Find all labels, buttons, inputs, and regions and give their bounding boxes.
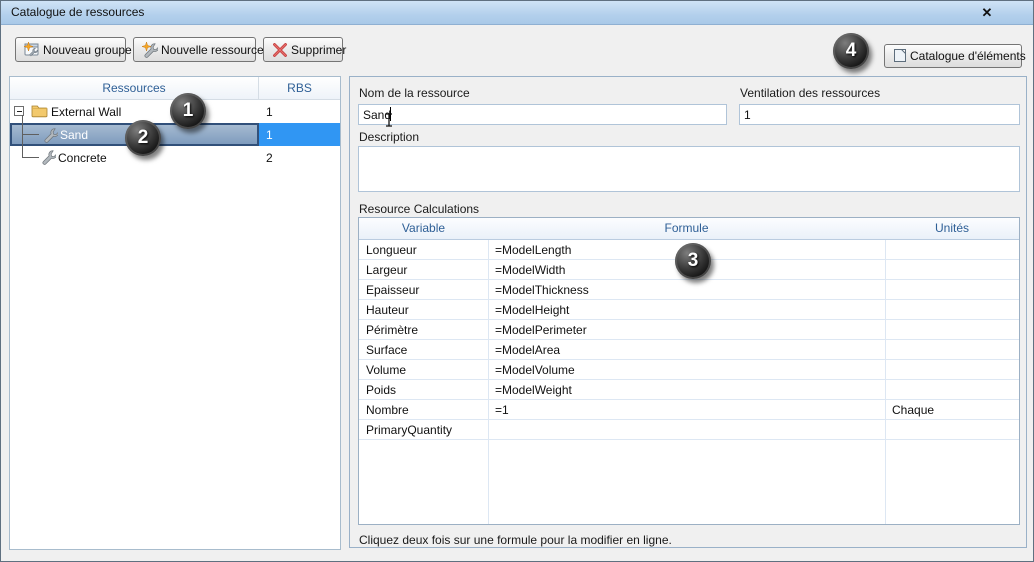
badge-number: 2: [137, 127, 149, 148]
new-group-button[interactable]: Nouveau groupe: [15, 37, 132, 62]
formula-cell[interactable]: =ModelWeight: [488, 383, 885, 397]
delete-button[interactable]: Supprimer: [263, 37, 347, 62]
variable-cell: Largeur: [366, 262, 408, 277]
name-label: Nom de la ressource: [359, 86, 470, 100]
variable-cell: Volume: [366, 362, 407, 377]
tree-row-concrete[interactable]: Concrete 2: [10, 146, 340, 169]
badge-number: 4: [845, 40, 857, 61]
variable-cell: Surface: [366, 342, 408, 357]
description-textarea[interactable]: [358, 146, 1020, 192]
rbs-value: 1: [259, 123, 340, 146]
resources-tree-panel: Ressources RBS External Wall 1 Sand 1 Co…: [9, 76, 341, 550]
tree-item-label: External Wall: [51, 104, 122, 119]
element-catalog-button[interactable]: Catalogue d'éléments: [884, 44, 1026, 68]
new-resource-button[interactable]: Nouvelle ressource: [133, 37, 264, 62]
tree-item-label: Concrete: [58, 150, 107, 165]
calc-row-nombre[interactable]: Nombre =1 Chaque: [359, 400, 1019, 420]
new-star-icon: [24, 41, 33, 51]
delete-label: Supprimer: [291, 42, 347, 57]
rbs-value: 2: [266, 150, 273, 165]
new-star-icon: [142, 41, 151, 51]
resource-calculations-label: Resource Calculations: [359, 202, 480, 216]
formula-cell[interactable]: =1: [488, 403, 885, 417]
calc-row-volume[interactable]: Volume =ModelVolume: [359, 360, 1019, 380]
formula-cell[interactable]: =ModelPerimeter: [488, 323, 885, 337]
variable-cell: PrimaryQuantity: [366, 422, 453, 437]
delete-x-icon: [272, 42, 288, 58]
wrench-icon: [40, 149, 57, 168]
variable-cell: Epaisseur: [366, 282, 420, 297]
variable-cell: Longueur: [366, 242, 417, 257]
callout-badge-1: 1: [170, 93, 206, 129]
callout-badge-3: 3: [675, 243, 711, 279]
calc-table-header: Variable Formule Unités: [359, 218, 1019, 240]
tree-line: [22, 134, 39, 135]
document-page-icon: [893, 48, 907, 64]
tree-line: [22, 157, 39, 158]
formula-cell[interactable]: =ModelArea: [488, 343, 885, 357]
description-label: Description: [359, 130, 420, 144]
callout-badge-2: 2: [125, 120, 161, 156]
calc-row-epaisseur[interactable]: Epaisseur =ModelThickness: [359, 280, 1019, 300]
units-column-header[interactable]: Unités: [885, 218, 1019, 239]
new-resource-label: Nouvelle ressource: [161, 42, 264, 57]
tree-row-sand[interactable]: Sand 1: [10, 123, 340, 146]
folder-icon: [31, 103, 48, 121]
variable-cell: Nombre: [366, 402, 409, 417]
variable-cell: Périmètre: [366, 322, 419, 337]
formula-column-header[interactable]: Formule: [488, 218, 885, 239]
tree-line: [22, 115, 23, 158]
variable-cell: Poids: [366, 382, 397, 397]
column-separator: [488, 240, 489, 524]
ventilation-input[interactable]: [739, 104, 1020, 125]
tree-item-label: Sand: [60, 127, 89, 142]
new-group-label: Nouveau groupe: [43, 42, 132, 57]
calc-row-primaryquantity[interactable]: PrimaryQuantity: [359, 420, 1019, 440]
badge-number: 3: [687, 250, 699, 271]
calc-row-perimetre[interactable]: Périmètre =ModelPerimeter: [359, 320, 1019, 340]
calc-row-surface[interactable]: Surface =ModelArea: [359, 340, 1019, 360]
rbs-column-header[interactable]: RBS: [259, 77, 340, 99]
dialog-title: Catalogue de ressources: [11, 5, 145, 19]
formula-cell[interactable]: =ModelVolume: [488, 363, 885, 377]
formula-cell[interactable]: =ModelThickness: [488, 283, 885, 297]
element-catalog-label: Catalogue d'éléments: [910, 49, 1026, 63]
name-input[interactable]: [358, 104, 727, 125]
ventilation-label: Ventilation des ressources: [740, 86, 881, 100]
window-titlebar: Catalogue de ressources ✕: [1, 1, 1033, 25]
calc-row-hauteur[interactable]: Hauteur =ModelHeight: [359, 300, 1019, 320]
new-group-folder-icon: [24, 41, 40, 58]
units-cell[interactable]: Chaque: [885, 403, 1019, 417]
rbs-value: 1: [266, 104, 273, 119]
resource-detail-panel: Nom de la ressource Ventilation des ress…: [349, 76, 1027, 548]
column-separator: [885, 240, 886, 524]
badge-number: 1: [182, 100, 194, 121]
callout-badge-4: 4: [833, 33, 869, 69]
close-icon[interactable]: ✕: [977, 3, 997, 23]
formula-cell[interactable]: =ModelHeight: [488, 303, 885, 317]
wrench-icon: [42, 127, 59, 146]
calc-row-poids[interactable]: Poids =ModelWeight: [359, 380, 1019, 400]
tree-header: Ressources RBS: [10, 77, 340, 100]
variable-cell: Hauteur: [366, 302, 409, 317]
hint-text: Cliquez deux fois sur une formule pour l…: [359, 533, 672, 547]
resources-column-header[interactable]: Ressources: [10, 77, 259, 99]
resource-catalog-dialog: Catalogue de ressources ✕ Nouveau groupe: [0, 0, 1034, 562]
name-input-wrap: [358, 104, 727, 127]
variable-column-header[interactable]: Variable: [359, 218, 488, 239]
new-resource-wrench-icon: [142, 41, 158, 58]
